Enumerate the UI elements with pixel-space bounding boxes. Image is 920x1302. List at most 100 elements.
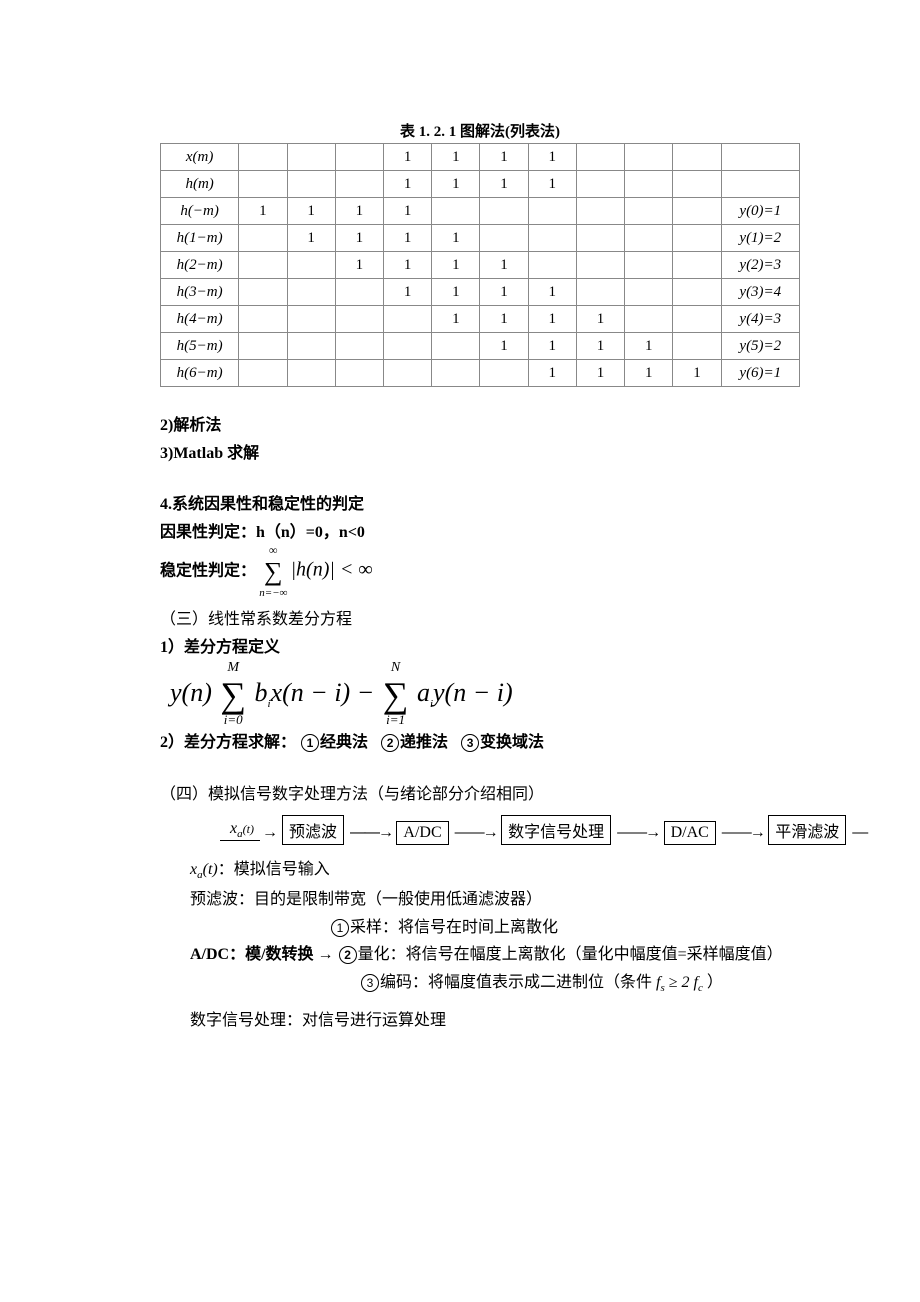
cell [239, 279, 287, 306]
desc-adc-sampling: 1采样：将信号在时间上离散化 [330, 915, 800, 941]
stability-label: 稳定性判定： [160, 563, 256, 580]
cell [625, 171, 673, 198]
cell: 1 [528, 360, 576, 387]
table-row: h(m)1111 [161, 171, 800, 198]
circled-3-icon: 3 [461, 734, 479, 752]
cell [335, 171, 383, 198]
cell [287, 252, 335, 279]
arrow-icon: ——→ [722, 824, 766, 841]
heading-2-analytic: 2)解析法 [160, 413, 800, 439]
cell [287, 306, 335, 333]
desc-xa: xa(t)：模拟信号输入 [190, 857, 800, 885]
cell: 1 [432, 279, 480, 306]
cell: 1 [480, 306, 528, 333]
cell: 1 [432, 171, 480, 198]
cell: 1 [383, 198, 431, 225]
signal-flow-diagram: xa(t)→ 预滤波 ——→ A/DC ——→ 数字信号处理 ——→ D/AC … [220, 815, 800, 845]
cell [287, 360, 335, 387]
table-caption: 表 1. 2. 1 图解法(列表法) [160, 120, 800, 141]
cell [673, 333, 721, 360]
cell [287, 279, 335, 306]
cell [673, 306, 721, 333]
box-prefilter: 预滤波 [282, 815, 344, 845]
cell [383, 333, 431, 360]
difference-equation-formula: y(n) ∑Mi=0 bix(n − i) − ∑Ni=1 aiy(n − i) [170, 674, 800, 716]
cell: 1 [528, 144, 576, 171]
cell [432, 360, 480, 387]
cell [335, 144, 383, 171]
cell [287, 144, 335, 171]
cell: 1 [239, 198, 287, 225]
cell [239, 252, 287, 279]
cell: 1 [287, 198, 335, 225]
heading-diff-eq-solve: 2）差分方程求解： 1经典法 2递推法 3变换域法 [160, 730, 800, 756]
cell [335, 306, 383, 333]
cell: 1 [673, 360, 721, 387]
cell [432, 333, 480, 360]
cell: 1 [528, 306, 576, 333]
circled-1-icon: 1 [301, 734, 319, 752]
row-label: h(5−m) [161, 333, 239, 360]
cell [625, 144, 673, 171]
adc-l3a-text: 编码：将幅度值表示成二进制位（条件 [380, 974, 656, 991]
causality-criterion: 因果性判定：h（n）=0，n<0 [160, 520, 800, 546]
cell [576, 225, 624, 252]
arrow-icon: → [262, 824, 276, 841]
cell: 1 [480, 171, 528, 198]
arrow-icon: ——→ [350, 824, 394, 841]
cell [480, 198, 528, 225]
row-label: h(−m) [161, 198, 239, 225]
cell [528, 198, 576, 225]
row-label: h(m) [161, 171, 239, 198]
cell [335, 333, 383, 360]
row-label: h(6−m) [161, 360, 239, 387]
row-result: y(1)=2 [721, 225, 799, 252]
cell [673, 252, 721, 279]
cell [625, 279, 673, 306]
cell [528, 252, 576, 279]
cell [673, 225, 721, 252]
cell [287, 333, 335, 360]
cell [576, 144, 624, 171]
cell: 1 [335, 252, 383, 279]
cell: 1 [383, 144, 431, 171]
table-row: x(m)1111 [161, 144, 800, 171]
cell: 1 [335, 198, 383, 225]
table-row: h(1−m)1111y(1)=2 [161, 225, 800, 252]
cell [239, 144, 287, 171]
row-label: x(m) [161, 144, 239, 171]
cell [625, 306, 673, 333]
heading-3-matlab: 3)Matlab 求解 [160, 441, 800, 467]
cell: 1 [625, 360, 673, 387]
adc-l1-text: 采样：将信号在时间上离散化 [350, 919, 558, 936]
cell: 1 [383, 279, 431, 306]
cell: 1 [432, 252, 480, 279]
cell [576, 279, 624, 306]
cell: 1 [432, 144, 480, 171]
table-row: h(5−m)1111y(5)=2 [161, 333, 800, 360]
nyquist-formula: fs ≥ 2 fc [656, 974, 703, 991]
cell [576, 252, 624, 279]
row-result: y(3)=4 [721, 279, 799, 306]
method-transform: 变换域法 [480, 734, 544, 751]
cell: 1 [480, 279, 528, 306]
cell [239, 333, 287, 360]
circled-1-icon: 1 [331, 919, 349, 937]
arrow-icon: — [852, 824, 866, 841]
method-classical: 经典法 [320, 734, 368, 751]
cell [576, 198, 624, 225]
arrow-icon: ——→ [617, 824, 661, 841]
adc-l3b-text: ） [707, 974, 723, 991]
cell [432, 198, 480, 225]
cell [287, 171, 335, 198]
arrow-icon: ——→ [455, 824, 499, 841]
desc-dsp: 数字信号处理：对信号进行运算处理 [190, 1008, 800, 1034]
box-smooth: 平滑滤波 [768, 815, 846, 845]
heading-section-3: （三）线性常系数差分方程 [160, 607, 800, 633]
cell: 1 [383, 171, 431, 198]
cell [528, 225, 576, 252]
cell: 1 [576, 333, 624, 360]
heading-section-4: （四）模拟信号数字处理方法（与绪论部分介绍相同） [160, 782, 800, 808]
cell: 1 [432, 306, 480, 333]
cell [480, 360, 528, 387]
